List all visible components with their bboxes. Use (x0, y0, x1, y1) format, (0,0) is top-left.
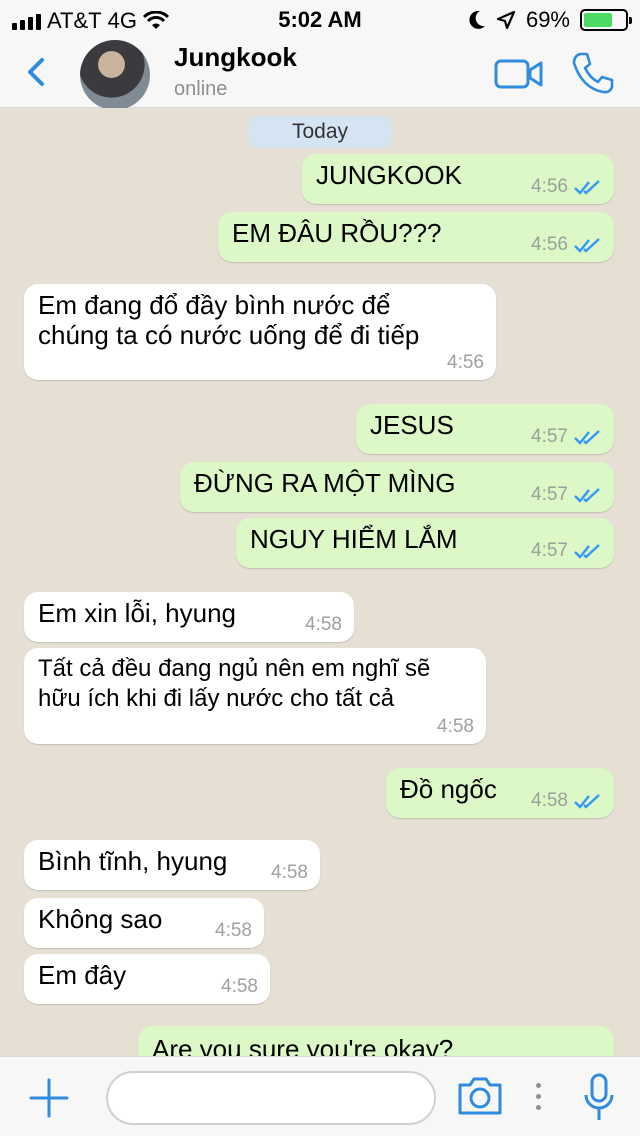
video-call-button[interactable] (494, 58, 544, 95)
contact-name[interactable]: Jungkook (174, 42, 297, 73)
message-meta: 4:56 (447, 352, 484, 374)
message-incoming[interactable]: Em đây 4:58 (24, 954, 270, 1004)
message-meta: 4:57 (531, 484, 602, 506)
attach-button[interactable] (28, 1077, 70, 1124)
chat-area[interactable]: Today JUNGKOOK 4:56 EM ĐÂU RỒU??? 4:56 E… (0, 108, 640, 1056)
message-time: 4:57 (531, 540, 568, 561)
back-button[interactable] (22, 52, 52, 92)
more-dots-icon[interactable] (534, 1083, 542, 1113)
message-time: 4:58 (531, 790, 568, 811)
message-text: Tất cả đều đang ngủ nên em nghĩ sẽ hữu í… (38, 655, 431, 712)
video-camera-icon (494, 59, 543, 89)
double-check-icon (574, 430, 600, 445)
status-icons: 69% (468, 7, 632, 33)
date-separator: Today (248, 116, 392, 148)
message-outgoing-partial[interactable]: Are you sure you're okay? (138, 1026, 614, 1056)
message-time: 4:56 (531, 176, 568, 197)
message-time: 4:57 (531, 484, 568, 505)
camera-button[interactable] (456, 1075, 504, 1122)
composer-bar (0, 1056, 640, 1136)
microphone-button[interactable] (584, 1073, 614, 1128)
contact-status: online (174, 78, 228, 100)
message-meta: 4:58 (305, 614, 342, 636)
message-time: 4:58 (437, 716, 474, 737)
message-meta: 4:57 (531, 540, 602, 562)
message-meta: 4:56 (531, 176, 602, 198)
double-check-icon (574, 180, 600, 195)
message-time: 4:58 (221, 976, 258, 997)
double-check-icon (574, 488, 600, 503)
message-input[interactable] (106, 1071, 436, 1125)
message-meta: 4:56 (531, 234, 602, 256)
message-time: 4:56 (531, 234, 568, 255)
message-incoming[interactable]: Tất cả đều đang ngủ nên em nghĩ sẽ hữu í… (24, 648, 486, 744)
message-time: 4:58 (271, 862, 308, 883)
battery-icon (580, 9, 632, 31)
message-time: 4:56 (447, 352, 484, 373)
location-arrow-icon (496, 10, 516, 30)
avatar[interactable] (80, 40, 150, 110)
message-outgoing[interactable]: Đồ ngốc 4:58 (386, 768, 614, 818)
plus-icon (29, 1078, 69, 1118)
microphone-icon (584, 1073, 614, 1120)
message-meta: 4:57 (531, 426, 602, 448)
message-meta: 4:58 (437, 716, 474, 738)
message-meta: 4:58 (271, 862, 308, 884)
message-time: 4:58 (215, 920, 252, 941)
voice-call-button[interactable] (570, 50, 616, 101)
back-chevron-icon (28, 58, 44, 86)
double-check-icon (574, 794, 600, 809)
message-outgoing[interactable]: JUNGKOOK 4:56 (302, 154, 614, 204)
message-text: Bình tĩnh, hyung (38, 846, 228, 876)
status-bar: AT&T 4G 5:02 AM 69% (0, 0, 640, 40)
message-outgoing[interactable]: JESUS 4:57 (356, 404, 614, 454)
message-incoming[interactable]: Không sao 4:58 (24, 898, 264, 948)
message-meta: 4:58 (531, 790, 602, 812)
message-text: Em đang đổ đầy bình nước để chúng ta có … (38, 290, 420, 350)
message-incoming[interactable]: Em đang đổ đầy bình nước để chúng ta có … (24, 284, 496, 380)
message-incoming[interactable]: Em xin lỗi, hyung 4:58 (24, 592, 354, 642)
double-check-icon (574, 544, 600, 559)
message-outgoing[interactable]: ĐỪNG RA MỘT MÌNG 4:57 (180, 462, 614, 512)
message-text: Em xin lỗi, hyung (38, 598, 236, 628)
message-outgoing[interactable]: NGUY HIỂM LẮM 4:57 (236, 518, 614, 568)
message-meta: 4:58 (221, 976, 258, 998)
message-time: 4:58 (305, 614, 342, 635)
phone-icon (572, 52, 614, 94)
message-time: 4:57 (531, 426, 568, 447)
chat-header: Jungkook online (0, 40, 640, 110)
moon-icon (469, 10, 485, 29)
message-outgoing[interactable]: EM ĐÂU RỒU??? 4:56 (218, 212, 614, 262)
double-check-icon (574, 238, 600, 253)
message-incoming[interactable]: Bình tĩnh, hyung 4:58 (24, 840, 320, 890)
message-text: Are you sure you're okay? (152, 1034, 454, 1056)
message-meta: 4:58 (215, 920, 252, 942)
battery-percent: 69% (525, 7, 570, 32)
camera-icon (458, 1077, 502, 1115)
